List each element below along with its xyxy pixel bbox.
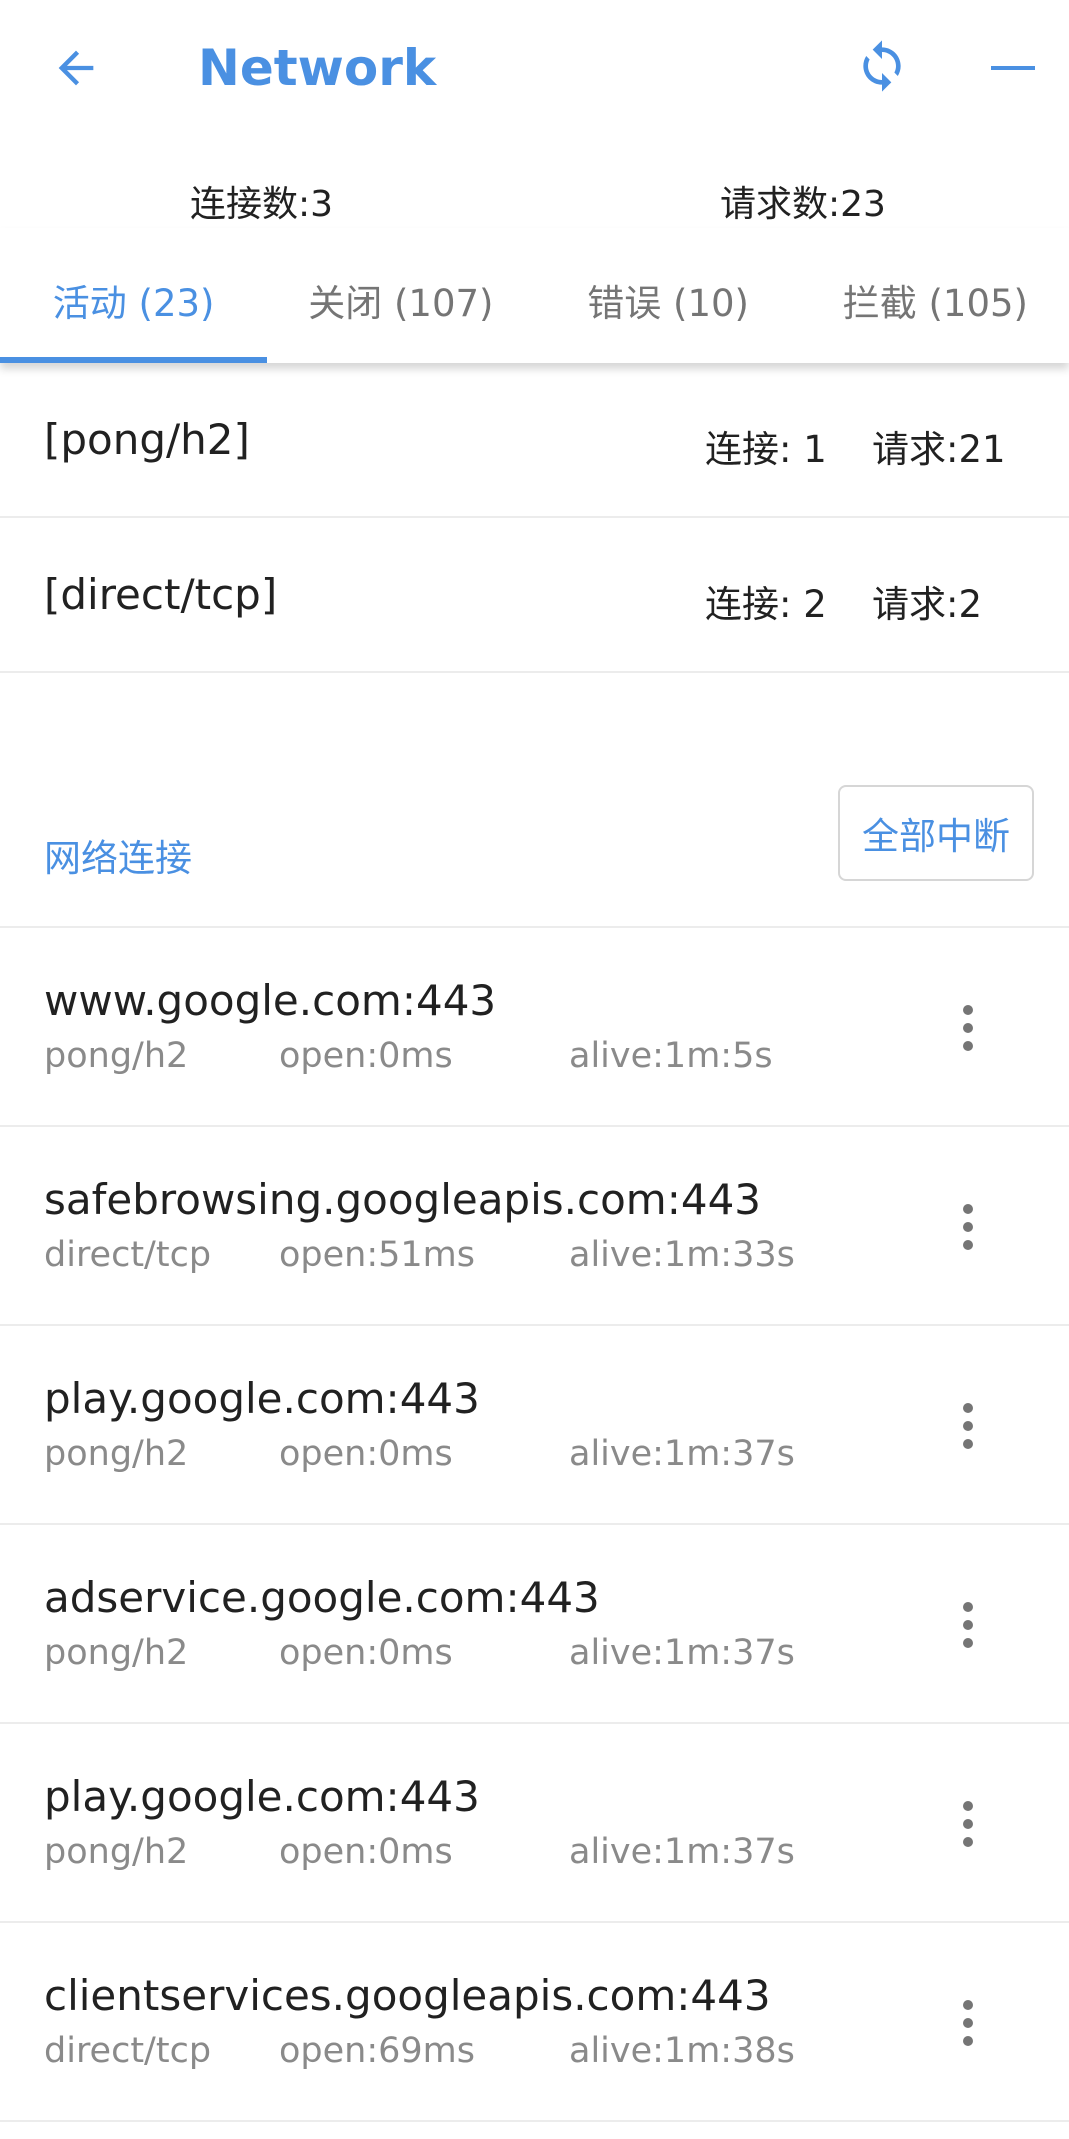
connection-alive-time: alive:1m:38s bbox=[569, 2031, 795, 2071]
section-title: 网络连接 bbox=[44, 837, 192, 880]
connection-protocol: direct/tcp bbox=[44, 1235, 212, 1275]
more-options-button[interactable] bbox=[940, 1788, 996, 1860]
connection-alive-time: alive:1m:5s bbox=[569, 1036, 773, 1076]
more-options-button[interactable] bbox=[940, 1987, 996, 2059]
connection-alive-time: alive:1m:37s bbox=[569, 1434, 795, 1474]
sync-icon bbox=[863, 40, 901, 92]
tab-bar: 活动 (23) 关闭 (107) 错误 (10) 拦截 (105) bbox=[0, 228, 1069, 363]
connection-open-time: open:0ms bbox=[279, 1832, 453, 1872]
tab-blocked[interactable]: 拦截 (105) bbox=[802, 228, 1069, 363]
connection-row[interactable]: www.google.com:443 pong/h2 open:0ms aliv… bbox=[0, 928, 1069, 1127]
more-options-button[interactable] bbox=[940, 1191, 996, 1263]
more-vertical-icon bbox=[963, 1801, 973, 1847]
connection-protocol: pong/h2 bbox=[44, 1832, 189, 1872]
connection-row[interactable]: adservice.google.com:443 pong/h2 open:0m… bbox=[0, 1525, 1069, 1724]
connection-host: www.google.com:443 bbox=[44, 976, 497, 1025]
stop-all-button[interactable]: 全部中断 bbox=[838, 785, 1034, 881]
connection-alive-time: alive:1m:37s bbox=[569, 1633, 795, 1673]
connection-host: clientservices.googleapis.com:443 bbox=[44, 1971, 771, 2020]
group-connection-count: 连接: 1 bbox=[705, 428, 827, 471]
more-options-button[interactable] bbox=[940, 1390, 996, 1462]
connection-open-time: open:0ms bbox=[279, 1036, 453, 1076]
connection-row[interactable]: play.google.com:443 pong/h2 open:0ms ali… bbox=[0, 1326, 1069, 1525]
minimize-button[interactable] bbox=[985, 36, 1041, 100]
group-name: [direct/tcp] bbox=[44, 570, 278, 619]
connection-count: 连接数:3 bbox=[190, 184, 334, 225]
connection-host: safebrowsing.googleapis.com:443 bbox=[44, 1175, 762, 1224]
top-bar: Network bbox=[0, 0, 1069, 138]
connection-host: adservice.google.com:443 bbox=[44, 1573, 600, 1622]
minus-icon bbox=[991, 66, 1035, 70]
refresh-button[interactable] bbox=[850, 32, 914, 100]
tab-active[interactable]: 活动 (23) bbox=[0, 228, 268, 363]
arrow-left-icon bbox=[58, 50, 94, 86]
group-name: [pong/h2] bbox=[44, 415, 250, 464]
connection-alive-time: alive:1m:37s bbox=[569, 1832, 795, 1872]
connection-host: play.google.com:443 bbox=[44, 1374, 480, 1423]
more-vertical-icon bbox=[963, 1204, 973, 1250]
group-connection-count: 连接: 2 bbox=[705, 583, 827, 626]
tab-error[interactable]: 错误 (10) bbox=[535, 228, 802, 363]
more-vertical-icon bbox=[963, 2000, 973, 2046]
more-vertical-icon bbox=[963, 1005, 973, 1051]
connection-row[interactable]: safebrowsing.googleapis.com:443 direct/t… bbox=[0, 1127, 1069, 1326]
group-request-count: 请求:2 bbox=[872, 583, 983, 626]
connection-protocol: direct/tcp bbox=[44, 2031, 212, 2071]
group-request-count: 请求:21 bbox=[872, 428, 1006, 471]
connection-protocol: pong/h2 bbox=[44, 1633, 189, 1673]
connection-row[interactable]: play.google.com:443 pong/h2 open:0ms ali… bbox=[0, 1724, 1069, 1923]
page-title: Network bbox=[198, 39, 437, 97]
connection-alive-time: alive:1m:33s bbox=[569, 1235, 795, 1275]
group-row-direct: [direct/tcp] 连接: 2 请求:2 bbox=[0, 518, 1069, 673]
connection-row[interactable]: clientservices.googleapis.com:443 direct… bbox=[0, 1923, 1069, 2122]
more-vertical-icon bbox=[963, 1602, 973, 1648]
more-options-button[interactable] bbox=[940, 1589, 996, 1661]
stats-bar: 连接数:3 请求数:23 bbox=[0, 138, 1069, 228]
connection-open-time: open:0ms bbox=[279, 1633, 453, 1673]
connection-open-time: open:69ms bbox=[279, 2031, 476, 2071]
group-row-pong: [pong/h2] 连接: 1 请求:21 bbox=[0, 363, 1069, 518]
more-vertical-icon bbox=[963, 1403, 973, 1449]
connection-protocol: pong/h2 bbox=[44, 1036, 189, 1076]
request-count: 请求数:23 bbox=[720, 184, 886, 225]
connection-host: play.google.com:443 bbox=[44, 1772, 480, 1821]
connections-section-header: 网络连接 全部中断 bbox=[0, 673, 1069, 928]
more-options-button[interactable] bbox=[940, 992, 996, 1064]
back-button[interactable] bbox=[44, 36, 108, 100]
connection-open-time: open:0ms bbox=[279, 1434, 453, 1474]
connection-protocol: pong/h2 bbox=[44, 1434, 189, 1474]
connection-open-time: open:51ms bbox=[279, 1235, 476, 1275]
tab-closed[interactable]: 关闭 (107) bbox=[267, 228, 534, 363]
